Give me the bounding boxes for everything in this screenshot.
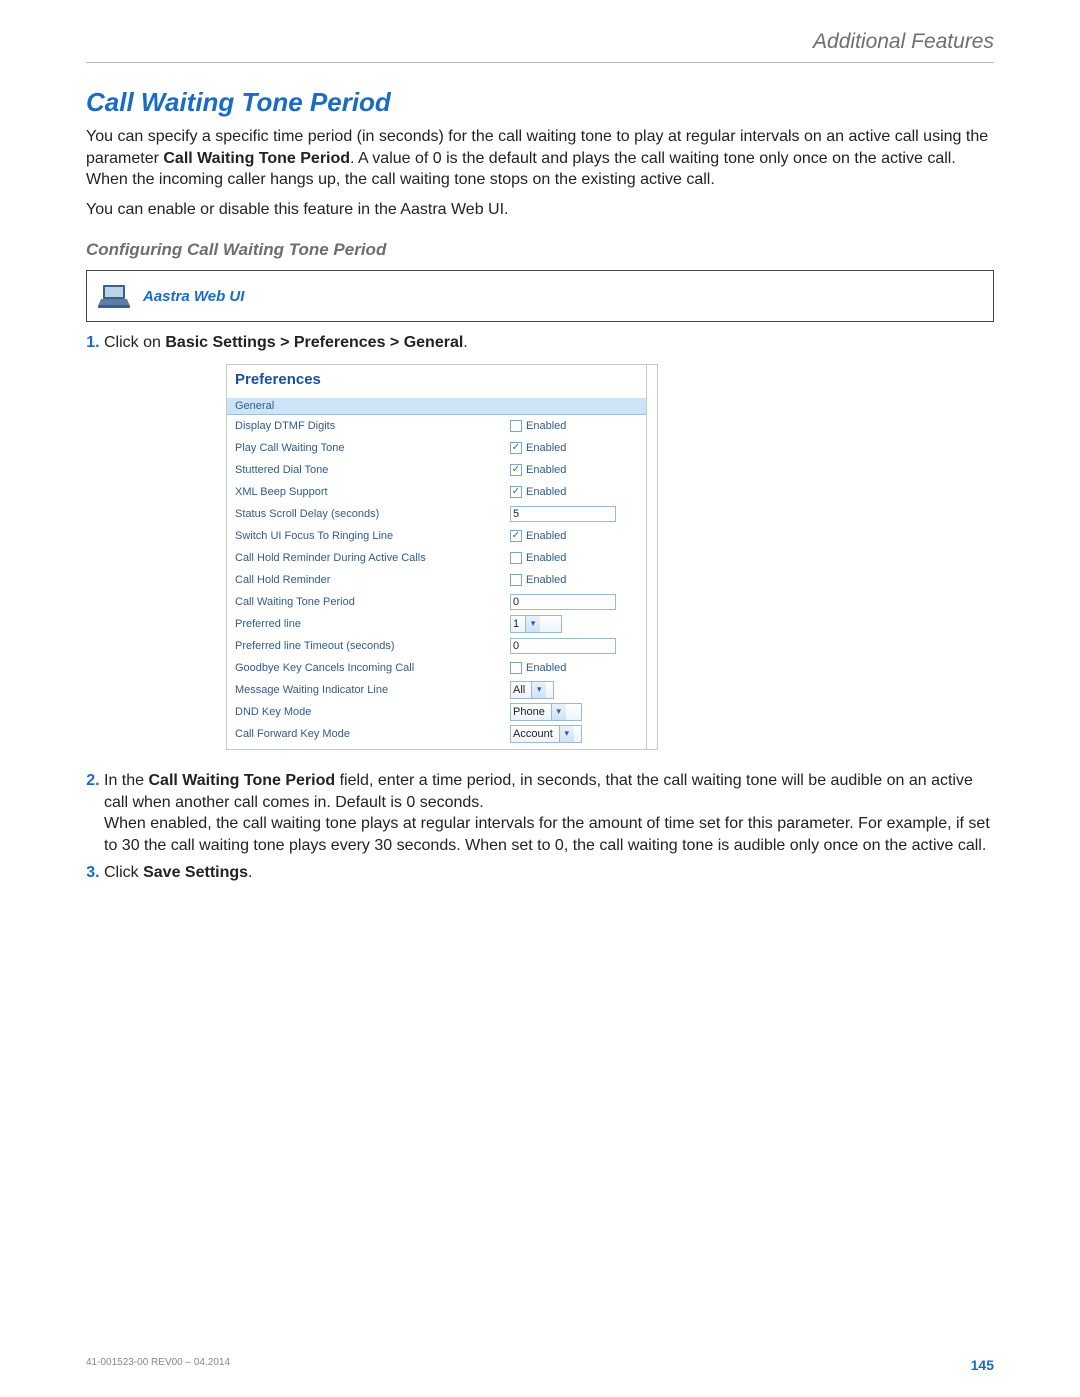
checkbox-goodbye[interactable] [510,662,522,674]
select-mwi[interactable]: All ▾ [510,681,554,699]
input-preftimeout[interactable] [510,638,616,654]
checkbox-xmlbeep[interactable]: ✓ [510,486,522,498]
row-dndmode: DND Key Mode Phone ▾ [227,701,657,723]
label-scrolldelay: Status Scroll Delay (seconds) [235,508,510,520]
row-cfwdmode: Call Forward Key Mode Account ▾ [227,723,657,749]
label-switchui: Switch UI Focus To Ringing Line [235,530,510,542]
step-2-field: Call Waiting Tone Period [148,772,335,789]
row-mwi: Message Waiting Indicator Line All ▾ [227,679,657,701]
section-title: Additional Features [813,30,994,53]
enabled-label: Enabled [526,662,566,674]
input-cwperiod[interactable] [510,594,616,610]
row-goodbye: Goodbye Key Cancels Incoming Call Enable… [227,657,657,679]
web-ui-label: Aastra Web UI [143,288,244,305]
checkbox-stuttered[interactable]: ✓ [510,464,522,476]
step-3: Click Save Settings. [104,862,994,884]
enabled-label: Enabled [526,420,566,432]
step-3-text-a: Click [104,864,143,881]
step-2-text-c: When enabled, the call waiting tone play… [104,815,990,854]
prefs-section-general: General [227,398,657,415]
row-holdactive: Call Hold Reminder During Active Calls E… [227,547,657,569]
enabled-label: Enabled [526,486,566,498]
config-subhead: Configuring Call Waiting Tone Period [86,240,994,260]
checkbox-holdrem[interactable] [510,574,522,586]
chevron-down-icon: ▾ [559,726,574,742]
row-switchui: Switch UI Focus To Ringing Line ✓ Enabled [227,525,657,547]
chevron-down-icon: ▾ [525,616,540,632]
chevron-down-icon: ▾ [551,704,566,720]
checkbox-switchui[interactable]: ✓ [510,530,522,542]
intro-paragraph-1: You can specify a specific time period (… [86,126,994,191]
select-cfwdmode[interactable]: Account ▾ [510,725,582,743]
label-stuttered: Stuttered Dial Tone [235,464,510,476]
label-cfwdmode: Call Forward Key Mode [235,728,510,740]
step-1: Click on Basic Settings > Preferences > … [104,332,994,354]
enabled-label: Enabled [526,530,566,542]
row-preftimeout: Preferred line Timeout (seconds) [227,635,657,657]
step-1-path: Basic Settings > Preferences > General [165,334,463,351]
step-1-text: Click on [104,334,165,351]
label-xmlbeep: XML Beep Support [235,486,510,498]
step-2-text-a: In the [104,772,148,789]
label-mwi: Message Waiting Indicator Line [235,684,510,696]
select-dndmode[interactable]: Phone ▾ [510,703,582,721]
input-scrolldelay[interactable] [510,506,616,522]
label-holdrem: Call Hold Reminder [235,574,510,586]
steps-list-cont: In the Call Waiting Tone Period field, e… [86,770,994,884]
laptop-icon [97,279,131,313]
page-header: Additional Features [86,30,994,63]
select-prefline-value: 1 [513,618,519,630]
select-dndmode-value: Phone [513,706,545,718]
enabled-label: Enabled [526,574,566,586]
row-prefline: Preferred line 1 ▾ [227,613,657,635]
row-cwperiod: Call Waiting Tone Period [227,591,657,613]
select-mwi-value: All [513,684,525,696]
row-scrolldelay: Status Scroll Delay (seconds) [227,503,657,525]
step-3-bold: Save Settings [143,864,248,881]
label-prefline: Preferred line [235,618,510,630]
web-ui-callout: Aastra Web UI [86,270,994,322]
label-playcw: Play Call Waiting Tone [235,442,510,454]
steps-list: Click on Basic Settings > Preferences > … [86,332,994,354]
page-footer: 41-001523-00 REV00 – 04.2014 145 [86,1357,994,1373]
checkbox-playcw[interactable]: ✓ [510,442,522,454]
checkbox-dtmf[interactable] [510,420,522,432]
row-playcw: Play Call Waiting Tone ✓ Enabled [227,437,657,459]
label-preftimeout: Preferred line Timeout (seconds) [235,640,510,652]
intro-bold-param: Call Waiting Tone Period [163,150,350,167]
preferences-screenshot: Preferences General Display DTMF Digits … [226,364,994,750]
page-title: Call Waiting Tone Period [86,87,994,118]
enabled-label: Enabled [526,442,566,454]
prefs-heading: Preferences [227,365,657,398]
step-1-tail: . [463,334,467,351]
select-cfwdmode-value: Account [513,728,553,740]
chevron-down-icon: ▾ [531,682,546,698]
label-cwperiod: Call Waiting Tone Period [235,596,510,608]
label-goodbye: Goodbye Key Cancels Incoming Call [235,662,510,674]
checkbox-holdactive[interactable] [510,552,522,564]
enabled-label: Enabled [526,464,566,476]
page-number: 145 [971,1357,994,1373]
row-holdrem: Call Hold Reminder Enabled [227,569,657,591]
doc-rev: 41-001523-00 REV00 – 04.2014 [86,1357,230,1373]
intro-paragraph-2: You can enable or disable this feature i… [86,199,994,221]
label-holdactive: Call Hold Reminder During Active Calls [235,552,510,564]
row-stuttered: Stuttered Dial Tone ✓ Enabled [227,459,657,481]
select-prefline[interactable]: 1 ▾ [510,615,562,633]
step-3-text-b: . [248,864,252,881]
step-2: In the Call Waiting Tone Period field, e… [104,770,994,856]
row-xmlbeep: XML Beep Support ✓ Enabled [227,481,657,503]
label-dtmf: Display DTMF Digits [235,420,510,432]
label-dndmode: DND Key Mode [235,706,510,718]
row-dtmf: Display DTMF Digits Enabled [227,415,657,437]
enabled-label: Enabled [526,552,566,564]
